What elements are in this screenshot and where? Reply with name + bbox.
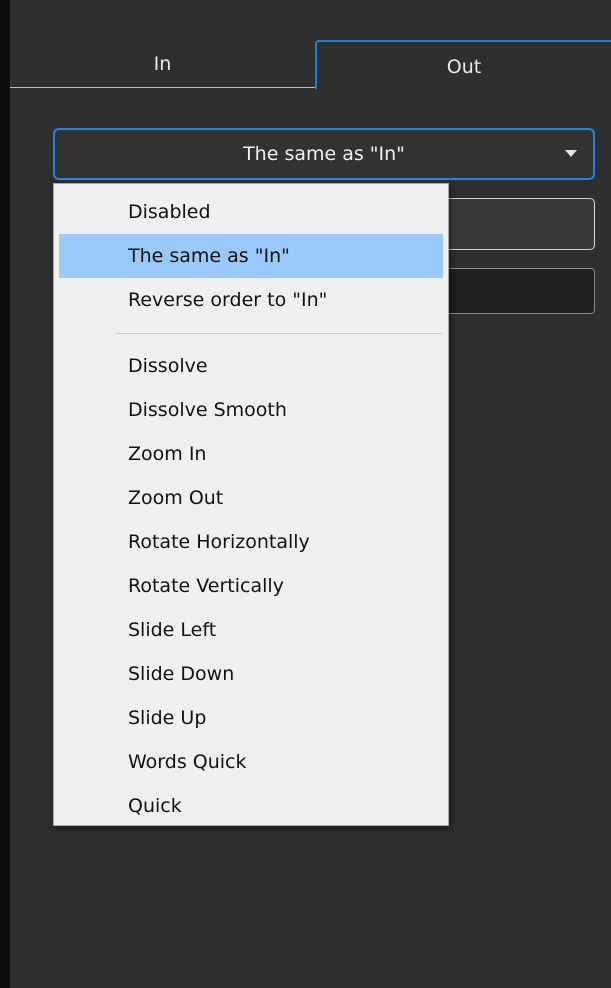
option-dissolve[interactable]: Dissolve [59,344,443,388]
option-zoom-in[interactable]: Zoom In [59,432,443,476]
background-field[interactable] [447,198,595,250]
title-bar-area [10,0,611,30]
option-slide-left[interactable]: Slide Left [59,608,443,652]
transition-select[interactable]: The same as "In" [53,128,595,180]
option-disabled[interactable]: Disabled [59,190,443,234]
menu-separator [116,333,442,334]
tab-out[interactable]: Out [315,40,611,89]
option-words-quick[interactable]: Words Quick [59,740,443,784]
option-dissolve-smooth[interactable]: Dissolve Smooth [59,388,443,432]
option-reverse-order[interactable]: Reverse order to "In" [59,278,443,322]
option-quick[interactable]: Quick [59,784,443,828]
transition-dropdown: Disabled The same as "In" Reverse order … [53,183,449,826]
window-edge [0,0,10,988]
option-zoom-out[interactable]: Zoom Out [59,476,443,520]
option-rotate-vertically[interactable]: Rotate Vertically [59,564,443,608]
option-slide-up[interactable]: Slide Up [59,696,443,740]
option-slide-down[interactable]: Slide Down [59,652,443,696]
option-same-as-in[interactable]: The same as "In" [59,234,443,278]
background-field-dark[interactable] [447,268,595,314]
tab-in[interactable]: In [10,40,315,88]
dropdown-list: Disabled The same as "In" Reverse order … [54,190,448,828]
select-value: The same as "In" [243,143,405,165]
option-rotate-horizontally[interactable]: Rotate Horizontally [59,520,443,564]
chevron-down-icon[interactable] [565,150,577,157]
